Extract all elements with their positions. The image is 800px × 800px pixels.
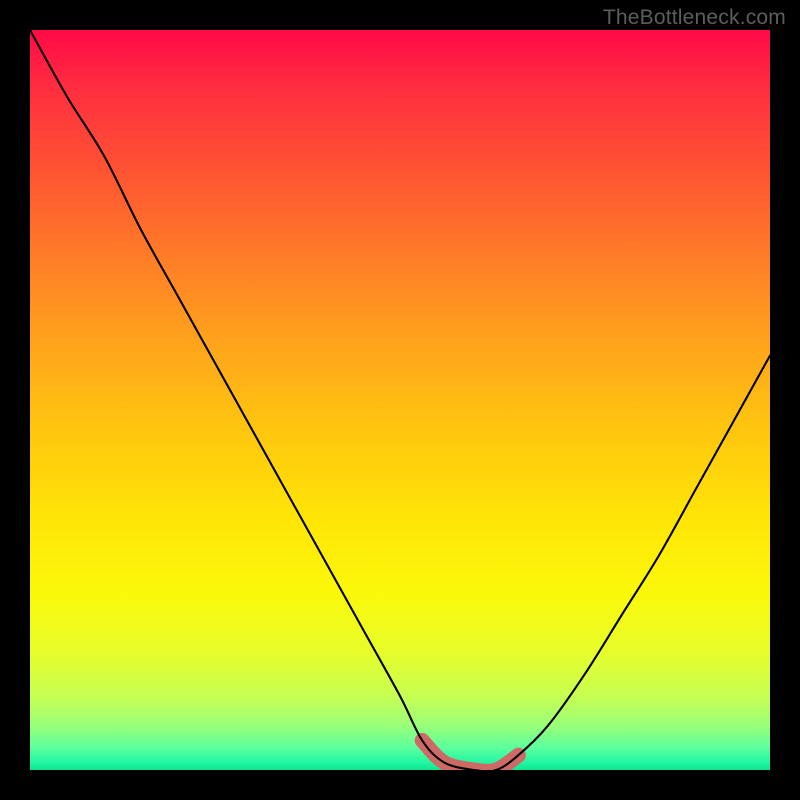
bottleneck-curve (30, 30, 770, 770)
chart-svg (30, 30, 770, 770)
plot-area (30, 30, 770, 770)
watermark-text: TheBottleneck.com (603, 6, 786, 30)
chart-frame: TheBottleneck.com (0, 0, 800, 800)
